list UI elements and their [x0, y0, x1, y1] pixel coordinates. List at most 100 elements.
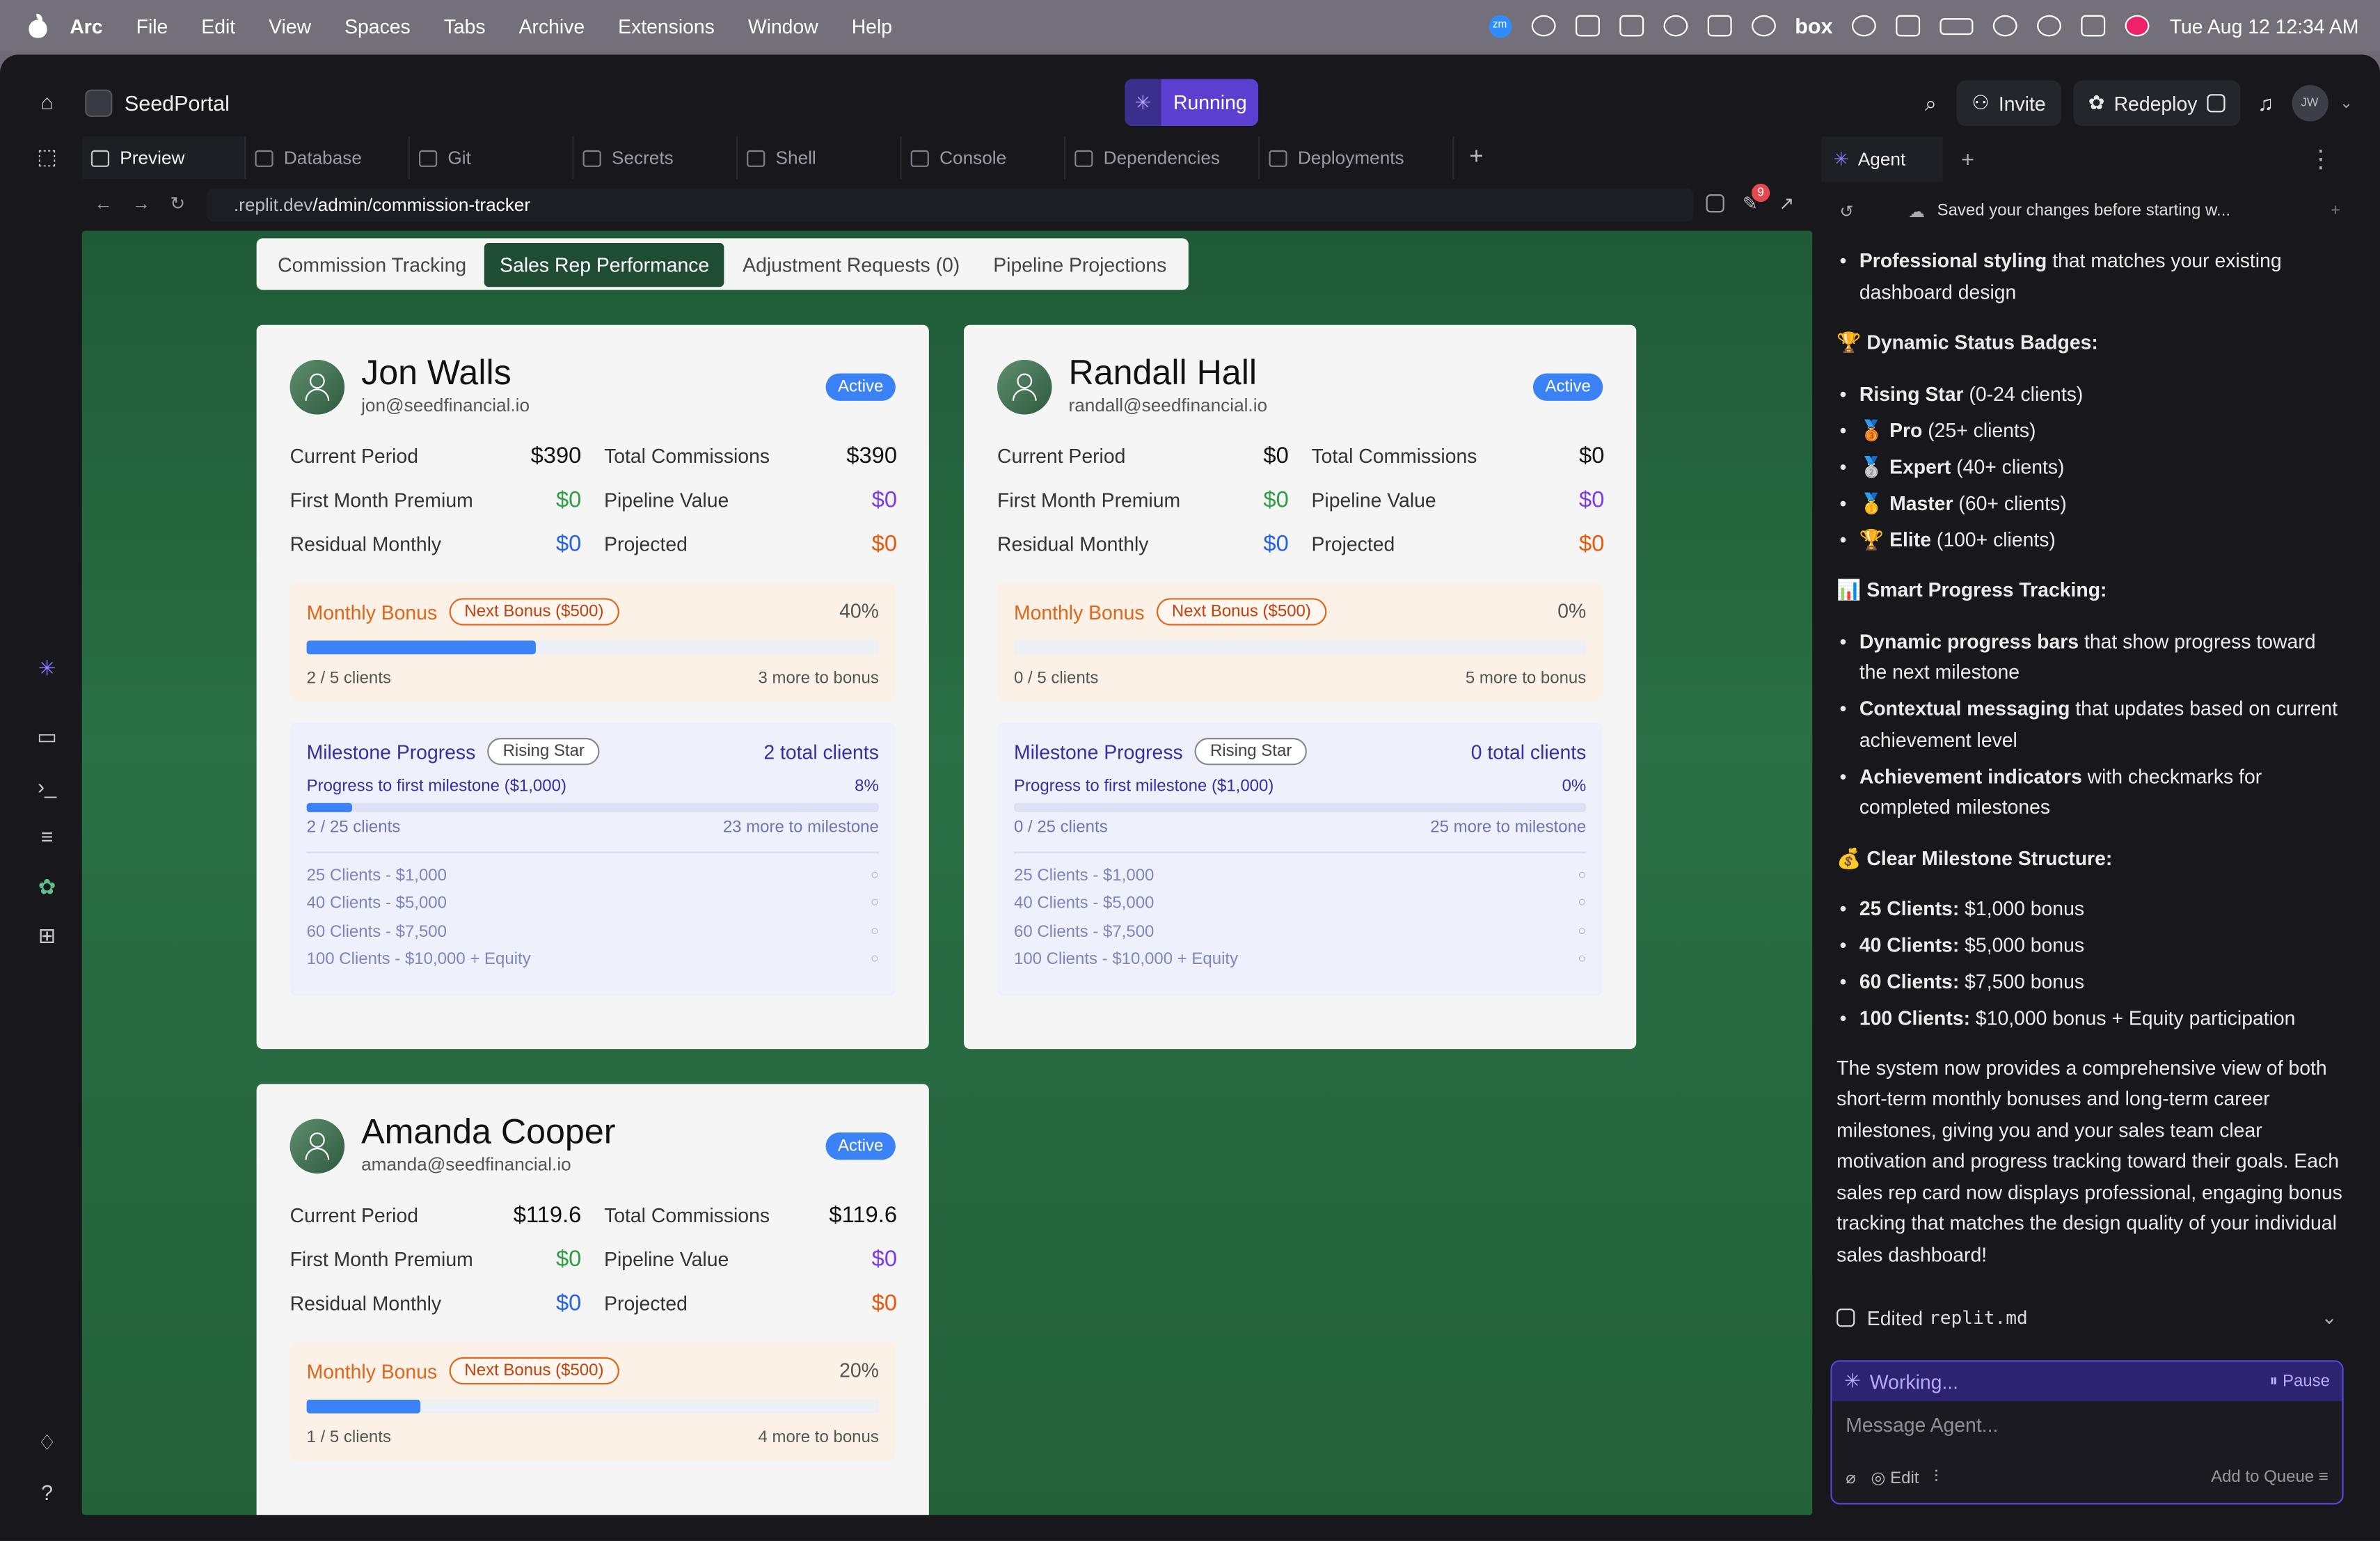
avatar [289, 1119, 345, 1174]
history-icon[interactable]: ↺ [1840, 201, 1854, 221]
apple-icon[interactable] [27, 13, 49, 38]
edited-file-row[interactable]: Edited replit.md ⌄ [1836, 1302, 2338, 1333]
new-tab-icon[interactable]: + [1961, 146, 1974, 172]
milestone-label: 40 Clients - $5,000 [1013, 894, 1155, 913]
project-logo-icon [85, 89, 113, 117]
terminal-icon[interactable]: ›_ [33, 773, 61, 800]
stat-residual: Residual Monthly $0 [290, 531, 582, 558]
tab-sales-rep-performance[interactable]: Sales Rep Performance [484, 242, 725, 287]
bell-icon[interactable]: ♢ [33, 1428, 61, 1455]
open-external-icon[interactable]: ↗ [1779, 193, 1794, 214]
menu-app-name[interactable]: Arc [70, 15, 102, 38]
search-icon[interactable] [2038, 15, 2062, 37]
sync-icon[interactable] [1663, 15, 1688, 37]
back-icon[interactable]: ← [94, 193, 112, 214]
siri-icon[interactable] [2125, 15, 2150, 37]
mail-icon[interactable] [1706, 15, 1731, 37]
menu-extensions[interactable]: Extensions [618, 15, 715, 38]
notifications-icon[interactable]: ♫ [2252, 90, 2279, 117]
person-add-icon: ⚇ [1972, 90, 1990, 114]
agent-icon[interactable]: ✳ [33, 654, 61, 681]
tab-database[interactable]: Database [246, 136, 410, 180]
add-to-queue-button[interactable]: Add to Queue ≡ [2211, 1468, 2329, 1486]
bonus-progress-bar [306, 640, 879, 655]
item-bold: 40 Clients: [1859, 933, 1960, 957]
bonus-percent: 0% [1557, 599, 1587, 623]
project-brand[interactable]: SeedPortal [85, 89, 230, 117]
avatar[interactable]: JW [2291, 85, 2328, 122]
inspect-icon[interactable]: ⬚ [33, 143, 61, 170]
chevron-down-icon[interactable]: ⌄ [2340, 95, 2352, 111]
notion-icon[interactable] [1619, 15, 1644, 37]
attach-icon[interactable]: ⌀ [1846, 1467, 1855, 1487]
tab-commission-tracking[interactable]: Commission Tracking [262, 242, 482, 286]
monitor-icon[interactable]: ▭ [33, 722, 61, 750]
stat-label: First Month Premium [997, 489, 1181, 512]
list-item: Contextual messaging that updates based … [1840, 694, 2345, 756]
more-icon[interactable]: ⋮ [2308, 144, 2333, 175]
search-icon[interactable]: ⌕ [1917, 90, 1944, 117]
menu-window[interactable]: Window [748, 15, 818, 38]
new-tab-icon[interactable]: + [1469, 144, 1483, 171]
forward-icon[interactable]: → [132, 193, 150, 214]
tab-shell[interactable]: Shell [738, 136, 902, 180]
tab-agent[interactable]: ✳ Agent [1821, 136, 1943, 182]
clock[interactable]: Tue Aug 12 12:34 AM [2170, 15, 2359, 38]
milestone-remaining: 25 more to milestone [1430, 818, 1587, 837]
drive-icon[interactable] [1575, 15, 1599, 37]
control-center-icon[interactable] [2081, 15, 2107, 37]
openai-icon[interactable] [1530, 15, 1555, 37]
item-bold: Professional styling [1859, 248, 2047, 272]
battery-icon[interactable] [1940, 17, 1974, 35]
tab-secrets[interactable]: Secrets [573, 136, 738, 180]
menu-help[interactable]: Help [852, 15, 892, 38]
wifi-icon[interactable] [1993, 15, 2018, 37]
menu-view[interactable]: View [269, 15, 311, 38]
menu-spaces[interactable]: Spaces [344, 15, 411, 38]
cloud-icon[interactable] [1751, 15, 1775, 37]
zoom-icon[interactable]: zm [1488, 14, 1512, 38]
add-icon[interactable]: + [2331, 202, 2340, 220]
menu-file[interactable]: File [136, 15, 168, 38]
tab-git[interactable]: Git [410, 136, 574, 180]
tab-dependencies[interactable]: Dependencies [1065, 136, 1260, 180]
devices-icon[interactable] [1706, 194, 1724, 213]
redeploy-button[interactable]: ✿ Redeploy [2072, 80, 2240, 127]
redeploy-icon: ✿ [2088, 90, 2105, 114]
monthly-bonus: Monthly Bonus Next Bonus ($500) 40% 2 / 5… [289, 583, 896, 702]
bonus-title: Monthly Bonus [306, 600, 438, 624]
stat-value: $119.6 [513, 1202, 582, 1228]
edit-button[interactable]: ◎ Edit [1871, 1467, 1919, 1487]
tab-deployments[interactable]: Deployments [1260, 136, 1454, 180]
tab-label: Shell [775, 147, 816, 169]
tab-pipeline-projections[interactable]: Pipeline Projections [978, 242, 1182, 286]
bonus-progress-fill [306, 1399, 422, 1414]
emoji-icon: 🏆 [1859, 527, 1890, 551]
window-icon[interactable] [1896, 15, 1921, 37]
menu-edit[interactable]: Edit [201, 15, 235, 38]
run-button[interactable]: ✳ Running [1125, 79, 1260, 127]
tab-preview[interactable]: Preview [81, 136, 246, 180]
invite-button[interactable]: ⚇ Invite [1956, 80, 2061, 127]
tab-console[interactable]: Console [902, 136, 1066, 180]
stat-residual: Residual Monthly $0 [997, 531, 1289, 558]
menu-tabs[interactable]: Tabs [444, 15, 486, 38]
box-icon[interactable]: box [1795, 14, 1832, 38]
progress-list: Dynamic progress bars that show progress… [1836, 626, 2345, 824]
pause-button[interactable]: ⏸ Pause [2269, 1372, 2330, 1391]
reload-icon[interactable]: ↻ [170, 193, 185, 214]
url-field[interactable]: .replit.dev/admin/commission-tracker [206, 188, 1695, 222]
apps-grid-icon[interactable]: ⊞ [33, 922, 61, 949]
tier-badge: Rising Star [1195, 738, 1308, 766]
tab-adjustment-requests[interactable]: Adjustment Requests (0) [727, 242, 975, 286]
moon-icon[interactable] [1852, 15, 1877, 37]
bonus-clients: 0 / 5 clients [1013, 669, 1099, 688]
deploy-icon[interactable]: ✿ [33, 873, 61, 900]
chevron-down-icon[interactable]: ⌄ [2321, 1306, 2338, 1330]
message-input[interactable]: Message Agent... [1832, 1401, 2342, 1453]
help-icon[interactable]: ? [33, 1478, 61, 1506]
home-icon[interactable]: ⌂ [33, 88, 61, 116]
database-icon[interactable]: ≡ [33, 823, 61, 850]
settings-sliders-icon[interactable]: ⫶ [1934, 1467, 1938, 1487]
menu-archive[interactable]: Archive [519, 15, 585, 38]
